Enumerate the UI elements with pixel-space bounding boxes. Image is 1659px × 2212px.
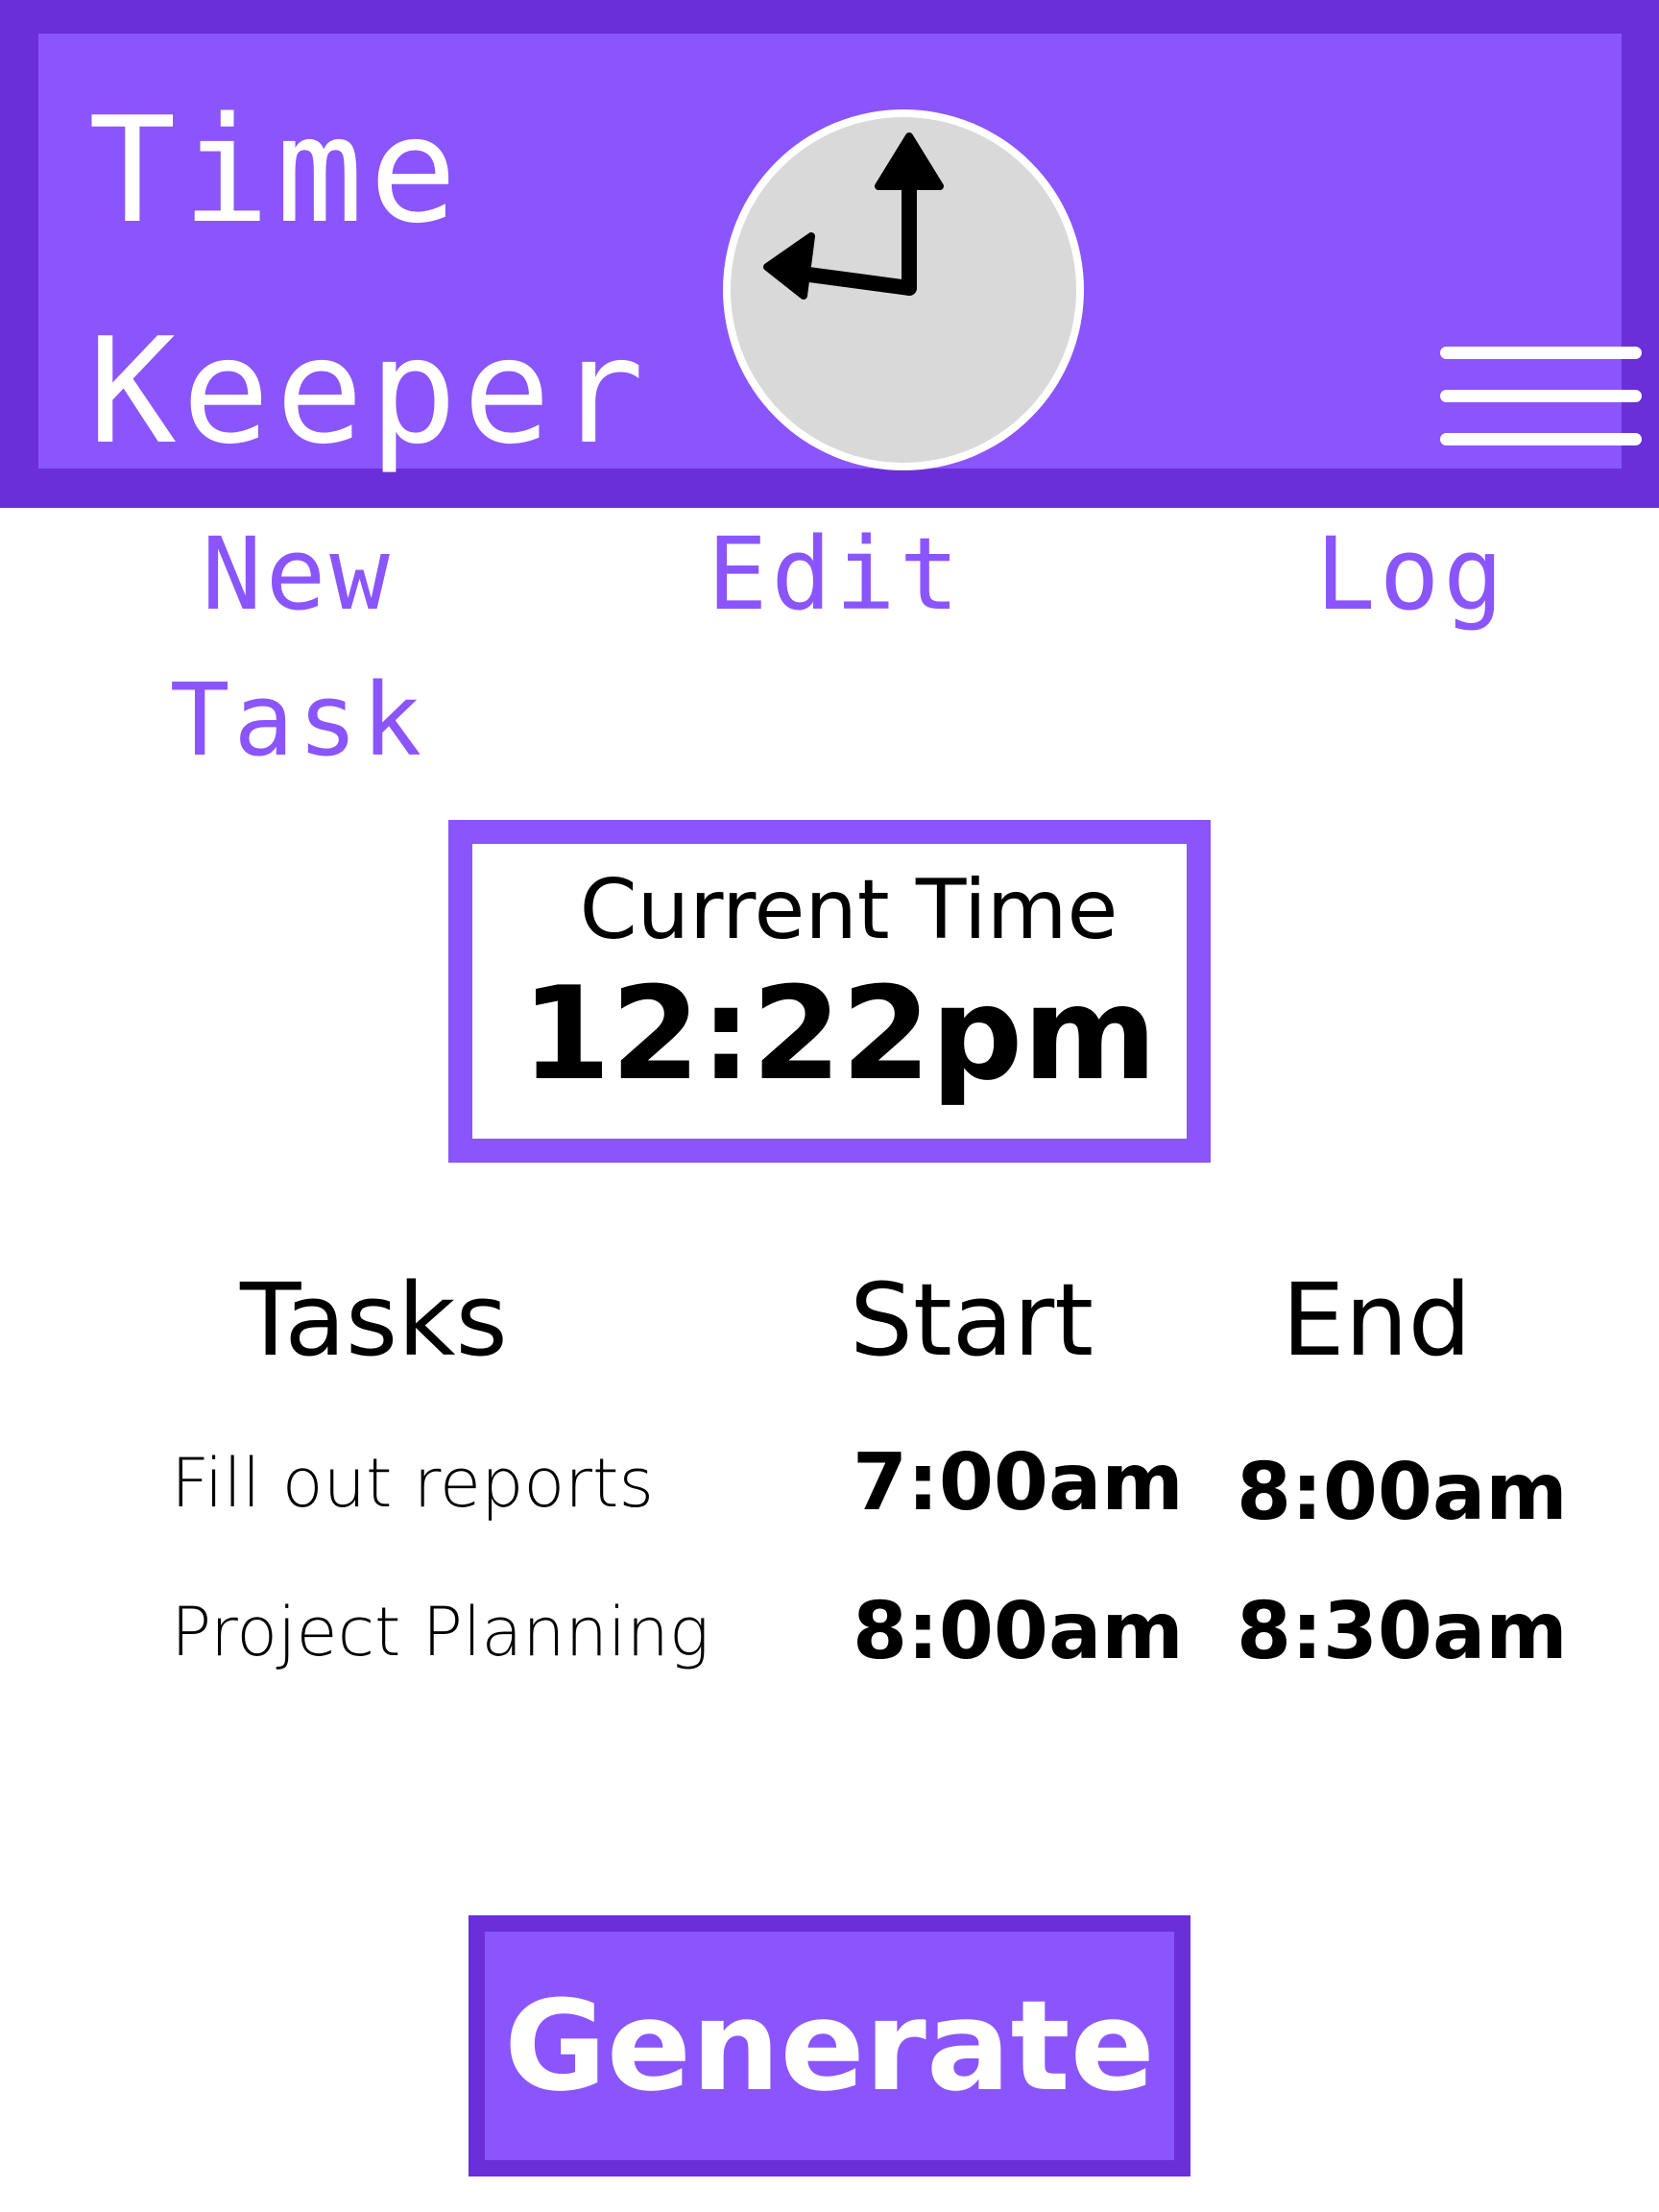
nav-new-task[interactable]: New Task: [154, 501, 442, 793]
app-title: Time Keeper: [88, 60, 650, 502]
generate-button-label: Generate: [504, 1973, 1155, 2119]
app-header: Time Keeper: [0, 0, 1659, 508]
app-title-line-2: Keeper: [88, 306, 651, 476]
nav-new-task-line-1: New: [202, 516, 394, 633]
current-time-value: 12:22pm: [520, 959, 1158, 1109]
task-name: Fill out reports: [171, 1444, 654, 1523]
task-start-time: 8:00am: [853, 1586, 1184, 1677]
menu-bar: [1440, 390, 1642, 402]
nav-new-task-line-2: Task: [169, 661, 426, 779]
tasks-column-header: Tasks: [240, 1262, 508, 1379]
end-column-header: End: [1282, 1262, 1472, 1379]
task-end-time: 8:30am: [1237, 1586, 1568, 1677]
nav-log[interactable]: Log: [1286, 501, 1536, 647]
clock-icon: [723, 109, 1084, 470]
generate-button[interactable]: Generate: [469, 1915, 1190, 2176]
nav-edit[interactable]: Edit: [691, 501, 979, 647]
start-column-header: Start: [850, 1262, 1094, 1379]
task-end-time: 8:00am: [1237, 1447, 1568, 1538]
app-header-panel: Time Keeper: [38, 34, 1642, 476]
menu-bar: [1440, 347, 1642, 359]
task-name: Project Planning: [171, 1593, 709, 1671]
current-time-label: Current Time: [579, 862, 1118, 958]
app-title-line-1: Time: [88, 85, 464, 255]
menu-bar: [1440, 433, 1642, 445]
hamburger-menu-icon[interactable]: [1440, 344, 1642, 449]
current-time-panel: Current Time 12:22pm: [448, 820, 1211, 1163]
task-start-time: 7:00am: [853, 1437, 1184, 1528]
